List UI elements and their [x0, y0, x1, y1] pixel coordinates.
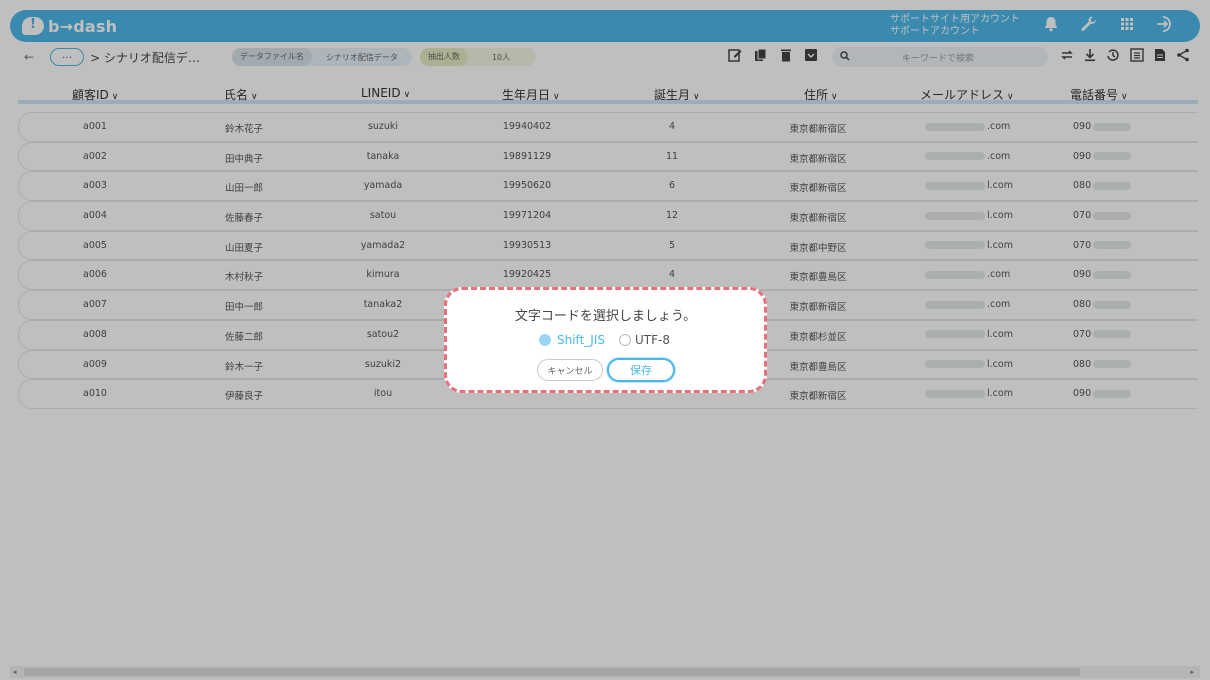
save-button[interactable]: 保存 — [607, 358, 675, 382]
radio-shift-jis[interactable] — [539, 334, 551, 346]
charset-options: Shift_JIS UTF-8 — [539, 333, 670, 347]
radio-utf8[interactable] — [618, 334, 631, 346]
dialog-buttons: キャンセル 保存 — [537, 358, 675, 382]
option-shift-jis-label[interactable]: Shift_JIS — [557, 333, 605, 347]
option-utf8-label[interactable]: UTF-8 — [635, 333, 670, 347]
cancel-button[interactable]: キャンセル — [537, 359, 603, 381]
dialog-title: 文字コードを選択しましょう。 — [514, 309, 697, 324]
charset-dialog: 文字コードを選択しましょう。 Shift_JIS UTF-8 キャンセル 保存 — [444, 287, 767, 393]
